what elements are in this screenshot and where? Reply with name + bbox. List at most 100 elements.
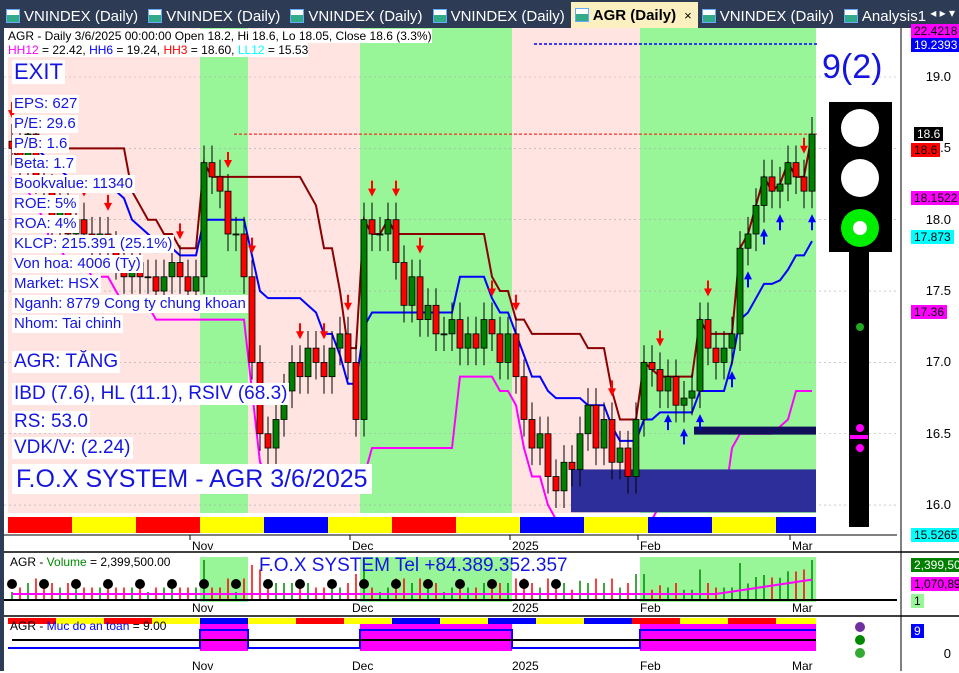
tab-0[interactable]: VNINDEX (Daily): [2, 4, 144, 28]
candle: [752, 205, 760, 235]
status-strip-cell: [96, 517, 104, 533]
status-strip-cell: [456, 517, 464, 533]
safety-strip-cell: [504, 618, 512, 624]
volume-dot: [263, 579, 273, 589]
status-strip-cell: [568, 517, 576, 533]
volume-dot: [391, 579, 401, 589]
price-label: 17.36: [911, 305, 948, 319]
status-strip-cell: [416, 517, 424, 533]
volume-dot: [359, 579, 369, 589]
status-strip-cell: [168, 517, 176, 533]
safety-dot: [855, 622, 865, 632]
safety-strip-cell: [168, 618, 176, 624]
status-strip-cell: [120, 517, 128, 533]
safety-strip-cell: [592, 618, 600, 624]
system-title: F.O.X SYSTEM - AGR 3/6/2025: [12, 464, 372, 494]
volume-dot: [295, 579, 305, 589]
status-strip-cell: [560, 517, 568, 533]
status-strip-cell: [776, 517, 784, 533]
safety-band: [360, 621, 512, 651]
safety-strip-cell: [368, 618, 376, 624]
tab-2[interactable]: VNINDEX (Daily): [286, 4, 428, 28]
candle: [200, 162, 208, 278]
volume-dot: [231, 579, 241, 589]
tab-5[interactable]: VNINDEX (Daily): [698, 4, 840, 28]
status-strip-cell: [520, 517, 528, 533]
status-strip-cell: [112, 517, 120, 533]
safety-band: [200, 621, 248, 651]
status-strip-cell: [744, 517, 752, 533]
status-strip-cell: [784, 517, 792, 533]
candle: [208, 162, 216, 178]
candle: [392, 219, 400, 263]
traffic-light-pole: [849, 252, 869, 527]
trend-band: [640, 28, 816, 513]
safety-strip-cell: [520, 618, 528, 624]
candle: [408, 276, 416, 306]
signal-dot: [856, 424, 864, 432]
status-strip-cell: [808, 517, 816, 533]
candle: [560, 461, 568, 492]
candle: [448, 319, 456, 335]
candle: [760, 176, 768, 206]
candle: [640, 361, 648, 420]
candle: [632, 419, 640, 477]
hh6-value: = 19.24,: [113, 43, 164, 57]
volume-dot: [487, 579, 497, 589]
date-label: Dec: [352, 539, 374, 553]
status-strip-cell: [736, 517, 744, 533]
candle: [520, 376, 528, 420]
status-strip-cell: [680, 517, 688, 533]
tab-scroll-arrows[interactable]: ◂ ▸ ▾: [930, 6, 955, 20]
safety-strip-cell: [488, 618, 496, 624]
tab-label: VNINDEX (Daily): [24, 7, 139, 25]
tab-3[interactable]: VNINDEX (Daily): [429, 4, 571, 28]
status-strip-cell: [472, 517, 480, 533]
tab-label: VNINDEX (Daily): [166, 7, 281, 25]
status-strip-cell: [696, 517, 704, 533]
volume-dot: [199, 579, 209, 589]
candle: [232, 233, 240, 236]
safety-strip-cell: [328, 618, 336, 624]
candle: [552, 476, 560, 492]
status-strip-cell: [720, 517, 728, 533]
hh-ll-header: HH12 = 22.42, HH6 = 19.24, HH3 = 18.60, …: [8, 43, 309, 57]
volume-band: [200, 557, 248, 602]
tab-4[interactable]: AGR (Daily) ×: [570, 2, 698, 28]
status-strip-cell: [104, 517, 112, 533]
signal-label: EXIT: [12, 59, 65, 84]
candle: [176, 262, 184, 278]
safety-strip-cell: [576, 618, 584, 624]
safety-name: Muc do an toan: [46, 619, 130, 633]
safety-strip-cell: [584, 618, 592, 624]
date-label: Mar: [792, 539, 813, 553]
safety-strip-cell: [608, 618, 616, 624]
tab-label: VNINDEX (Daily): [308, 7, 423, 25]
safety-strip-cell: [272, 618, 280, 624]
status-strip-cell: [400, 517, 408, 533]
status-strip-cell: [208, 517, 216, 533]
hh12-value: = 22.42,: [38, 43, 90, 57]
date-label: 2025: [512, 601, 539, 615]
price-tick: 16.5: [925, 425, 951, 441]
tab-label: Analysis1: [861, 7, 927, 25]
candle: [160, 276, 168, 292]
safety-dot: [855, 648, 865, 658]
status-strip-cell: [80, 517, 88, 533]
status-strip-cell: [688, 517, 696, 533]
vdk-label: VDK/V: (2.24): [12, 437, 133, 459]
safety-strip-cell: [736, 618, 744, 624]
status-strip-cell: [344, 517, 352, 533]
safety-strip-cell: [528, 618, 536, 624]
volume-value: = 2,399,500.00: [86, 555, 171, 569]
status-strip-cell: [512, 517, 520, 533]
close-tab-icon[interactable]: ×: [684, 8, 692, 23]
fundamental-item: Nganh: 8779 Cong ty chung khoan: [12, 295, 248, 313]
status-strip-cell: [72, 517, 80, 533]
volume-band: [640, 557, 816, 602]
tab-1[interactable]: VNINDEX (Daily): [144, 4, 286, 28]
status-strip-cell: [360, 517, 368, 533]
status-strip-cell: [584, 517, 592, 533]
candle: [440, 333, 448, 336]
safety-strip-cell: [768, 618, 776, 624]
